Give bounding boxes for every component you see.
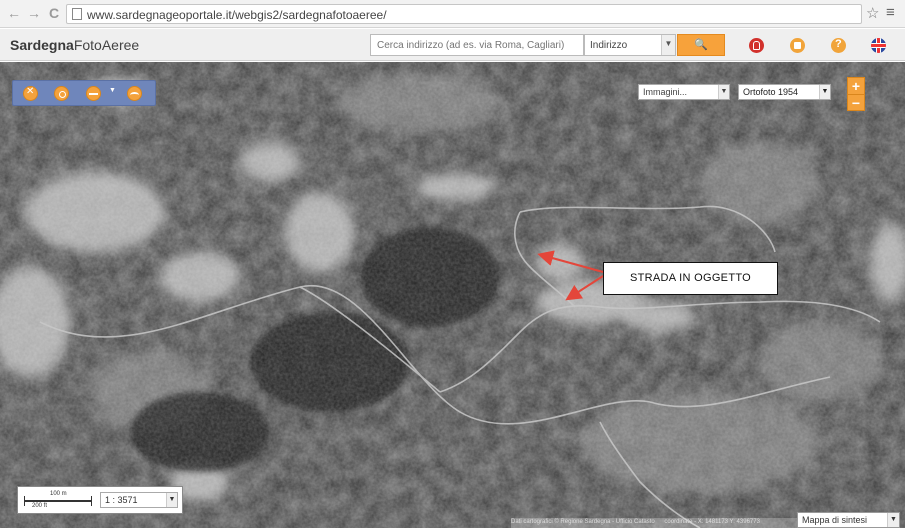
- forward-arrow-icon[interactable]: →: [26, 5, 42, 21]
- scale-ratio-value: 1 : 3571: [105, 495, 138, 505]
- address-search-input[interactable]: [370, 34, 584, 56]
- browser-toolbar: ← → C www.sardegnageoportale.it/webgis2/…: [0, 0, 905, 28]
- scale-tick: [24, 496, 25, 506]
- arrow-lower: [565, 275, 604, 301]
- bookmark-star-icon[interactable]: ☆: [866, 4, 879, 22]
- browser-menu-icon[interactable]: ≡: [886, 4, 895, 21]
- uk-flag-icon[interactable]: [871, 38, 886, 53]
- scale-metric-label: 100 m: [50, 491, 67, 497]
- scale-bar: 100 m 200 ft: [22, 491, 94, 511]
- back-arrow-icon[interactable]: ←: [6, 5, 22, 21]
- app-window: ← → C www.sardegnageoportale.it/webgis2/…: [0, 0, 905, 528]
- coordinates-readout: coordinate - X: 1481173 Y: 4396773: [664, 519, 760, 525]
- app-header: SardegnaFotoAeree Indirizzo ▼ 🔍: [0, 29, 905, 61]
- search-icon: 🔍: [694, 39, 708, 51]
- chevron-down-icon: ▼: [166, 493, 177, 507]
- app-logo: SardegnaFotoAeree: [10, 37, 139, 53]
- scale-tick: [91, 496, 92, 506]
- print-icon[interactable]: [790, 38, 805, 53]
- scale-imperial-label: 200 ft: [32, 503, 48, 509]
- map-viewport[interactable]: ▼ Immagini... ▼ Ortofoto 1954 ▼ + − STRA…: [0, 62, 905, 528]
- url-text: www.sardegnageoportale.it/webgis2/sardeg…: [87, 8, 387, 22]
- search-type-select[interactable]: Indirizzo ▼: [584, 34, 676, 56]
- search-type-value: Indirizzo: [590, 40, 628, 51]
- annotation-arrows: [537, 250, 604, 301]
- attribution-text: Dati cartografici © Regione Sardegna - U…: [511, 519, 655, 525]
- scale-line: [24, 500, 92, 502]
- brand-bold: Sardegna: [10, 37, 74, 53]
- overview-label: Mappa di sintesi: [802, 515, 868, 525]
- arrow-upper: [537, 250, 604, 273]
- address-bar[interactable]: www.sardegnageoportale.it/webgis2/sardeg…: [66, 4, 862, 24]
- help-icon[interactable]: [831, 38, 846, 53]
- scale-ratio-select[interactable]: 1 : 3571 ▼: [100, 492, 178, 508]
- overview-map-toggle[interactable]: Mappa di sintesi ▼: [797, 512, 900, 528]
- brand-light: FotoAeree: [73, 37, 140, 53]
- attribution-bar: Dati cartografici © Regione Sardegna - U…: [511, 518, 797, 528]
- chevron-down-icon: ▼: [887, 513, 899, 527]
- search-button[interactable]: 🔍: [677, 34, 725, 56]
- reload-icon[interactable]: C: [46, 5, 62, 21]
- lock-icon[interactable]: [749, 38, 764, 53]
- road-callout-label: STRADA IN OGGETTO: [603, 262, 778, 295]
- chevron-down-icon: ▼: [661, 35, 675, 55]
- page-icon: [72, 8, 82, 20]
- scale-control: 100 m 200 ft 1 : 3571 ▼: [17, 486, 183, 514]
